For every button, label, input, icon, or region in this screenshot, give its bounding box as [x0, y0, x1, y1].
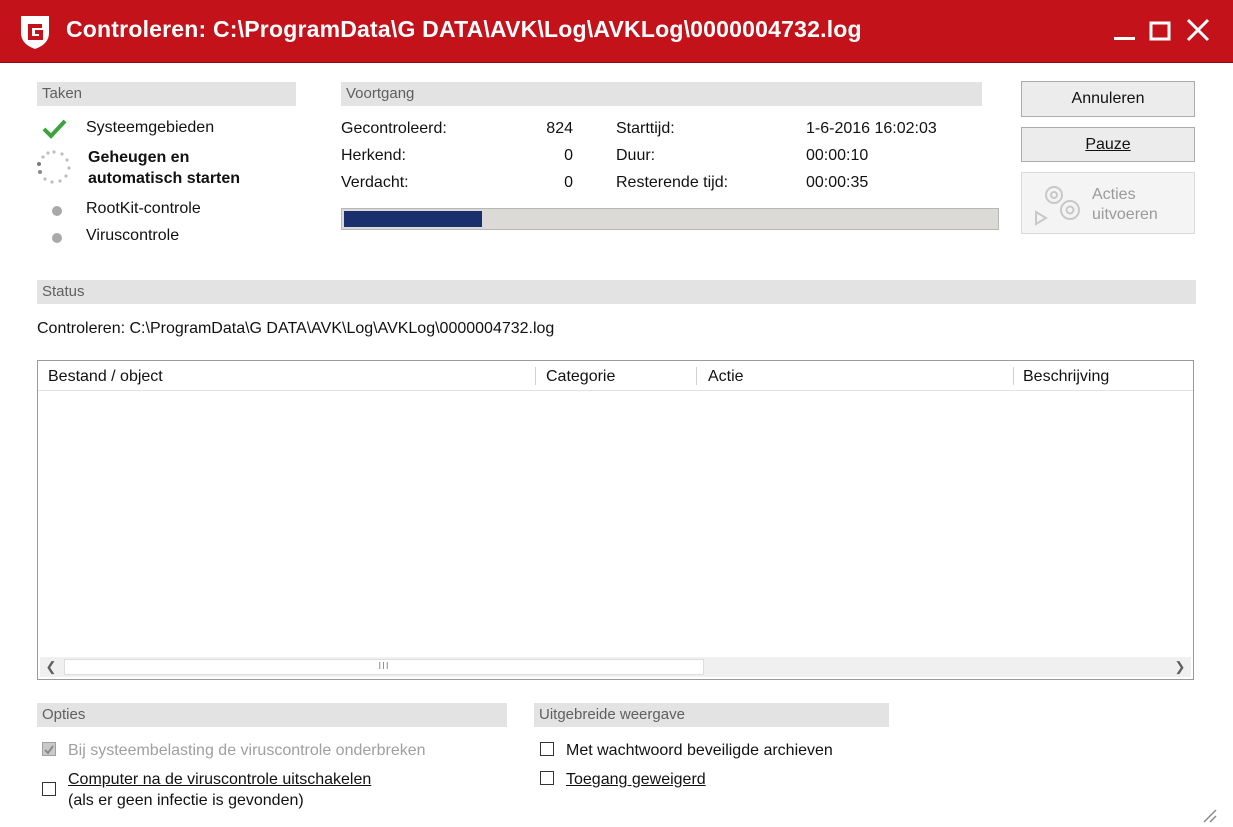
- progress-bar-fill: [344, 211, 482, 227]
- gecontroleerd-value: 824: [546, 120, 573, 137]
- task-viruscontrole: Viruscontrole: [86, 227, 180, 244]
- annuleren-button[interactable]: Annuleren: [1021, 81, 1195, 117]
- gears-icon: [1035, 186, 1080, 226]
- results-table[interactable]: Bestand / object Categorie Actie Beschri…: [37, 360, 1194, 680]
- chevron-right-icon: ❯: [1174, 659, 1186, 674]
- herkend-value: 0: [564, 147, 573, 164]
- column-header-actie[interactable]: Actie: [698, 361, 1014, 391]
- herkend-label: Herkend:: [341, 147, 406, 164]
- column-header-beschrijving[interactable]: Beschrijving: [1013, 361, 1193, 391]
- g-data-shield-icon: [21, 16, 49, 49]
- task-rootkit: RootKit-controle: [86, 200, 201, 217]
- verdacht-value: 0: [564, 174, 573, 191]
- shutdown-after-scan-sublabel: (als er geen infectie is gevonden): [68, 792, 304, 809]
- pause-on-load-checkbox[interactable]: [42, 742, 56, 756]
- status-text: Controleren: C:\ProgramData\G DATA\AVK\L…: [37, 320, 555, 337]
- checkmark-icon: [42, 119, 67, 139]
- scroll-right-button[interactable]: ❯: [1169, 657, 1191, 677]
- gecontroleerd-label: Gecontroleerd:: [341, 120, 447, 137]
- header-divider: [38, 390, 1193, 391]
- resize-grip-icon[interactable]: [1200, 806, 1218, 824]
- column-header-bestand[interactable]: Bestand / object: [38, 361, 536, 391]
- close-icon: [1186, 18, 1210, 42]
- duur-label: Duur:: [616, 147, 656, 164]
- password-archives-label: Met wachtwoord beveiligde archieven: [566, 742, 833, 759]
- progress-bar: [341, 208, 999, 230]
- pauze-label: Pauze: [1085, 136, 1131, 153]
- resterende-tijd-label: Resterende tijd:: [616, 174, 729, 191]
- progress-header: Voortgang: [341, 82, 982, 106]
- resterende-tijd-value: 00:00:35: [806, 174, 869, 191]
- access-denied-label: Toegang geweigerd: [566, 771, 706, 788]
- acties-label-line2: uitvoeren: [1092, 206, 1158, 223]
- minimize-button[interactable]: [1107, 12, 1143, 48]
- shutdown-after-scan-label-text: Computer na de viruscontrole uitschakele…: [68, 771, 372, 788]
- shutdown-after-scan-label: Computer na de viruscontrole uitschakele…: [68, 769, 371, 790]
- shutdown-after-scan-checkbox[interactable]: [42, 782, 56, 796]
- column-separator: [696, 367, 697, 385]
- pause-on-load-label: Bij systeembelasting de viruscontrole on…: [68, 742, 426, 759]
- access-denied-checkbox[interactable]: [540, 771, 554, 785]
- checkmark-icon: [44, 745, 54, 755]
- options-header: Opties: [37, 703, 507, 727]
- starttijd-value: 1-6-2016 16:02:03: [806, 120, 937, 137]
- task-systeemgebieden: Systeemgebieden: [86, 119, 215, 136]
- window-title: Controleren: C:\ProgramData\G DATA\AVK\L…: [66, 16, 862, 42]
- horizontal-scrollbar[interactable]: ❮ III ❯: [40, 657, 1191, 677]
- verdacht-label: Verdacht:: [341, 174, 409, 191]
- pauze-button[interactable]: Pauze: [1021, 127, 1195, 162]
- pending-dot-icon: [52, 233, 62, 243]
- tasks-header: Taken: [37, 82, 296, 106]
- starttijd-label: Starttijd:: [616, 120, 675, 137]
- spinner-icon: [37, 150, 71, 184]
- acties-uitvoeren-button[interactable]: Acties uitvoeren: [1021, 172, 1195, 234]
- close-button[interactable]: [1180, 12, 1216, 48]
- minimize-icon: [1114, 37, 1135, 40]
- task-geheugen-line1: Geheugen en: [88, 149, 190, 166]
- extended-view-header: Uitgebreide weergave: [534, 703, 889, 727]
- pending-dot-icon: [52, 206, 62, 216]
- duur-value: 00:00:10: [806, 147, 869, 164]
- password-archives-checkbox[interactable]: [540, 742, 554, 756]
- scroll-left-button[interactable]: ❮: [40, 657, 62, 677]
- maximize-button[interactable]: [1143, 12, 1179, 48]
- task-geheugen-line2: automatisch starten: [88, 170, 241, 187]
- chevron-left-icon: ❮: [45, 659, 57, 674]
- scroll-thumb[interactable]: III: [64, 659, 704, 675]
- column-header-categorie[interactable]: Categorie: [536, 361, 696, 391]
- status-header: Status: [37, 280, 1196, 304]
- title-bar[interactable]: Controleren: C:\ProgramData\G DATA\AVK\L…: [0, 0, 1233, 63]
- acties-label-line1: Acties: [1092, 186, 1136, 203]
- maximize-icon: [1149, 21, 1171, 41]
- scroll-thumb-grip: III: [378, 661, 390, 672]
